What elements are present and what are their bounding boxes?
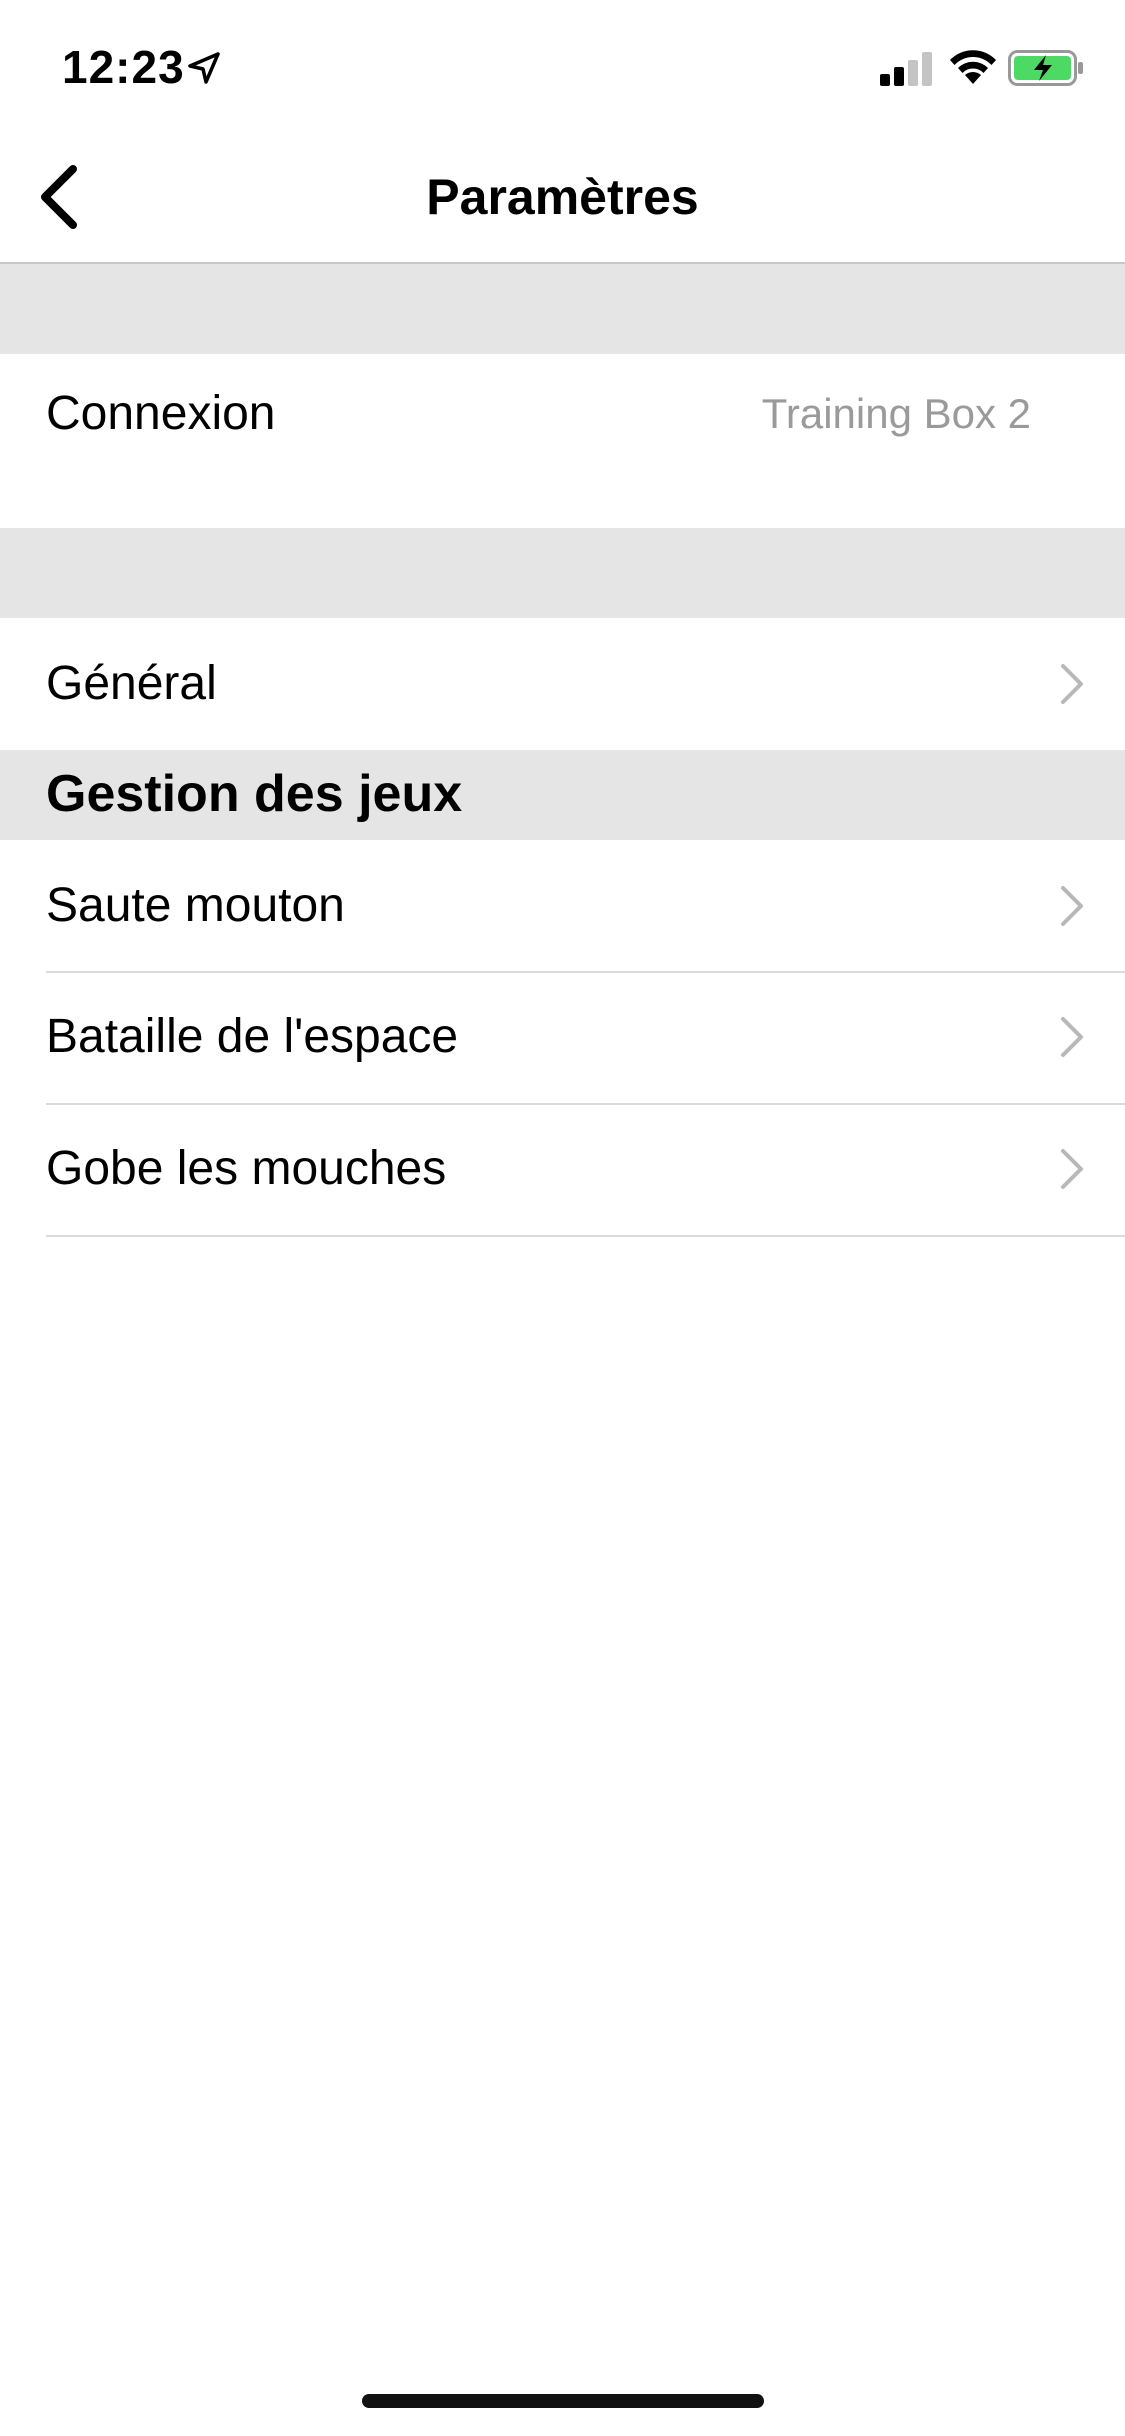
status-bar: 12:23: [0, 0, 1125, 132]
battery-charging-icon: [1008, 50, 1084, 86]
connection-row[interactable]: Connexion Training Box 2: [0, 354, 1125, 528]
games-section-title: Gestion des jeux: [46, 765, 463, 823]
general-row[interactable]: Général: [0, 618, 1125, 750]
connection-value: Training Box 2: [761, 390, 1031, 437]
location-arrow-icon: [186, 50, 222, 86]
game-item-label: Gobe les mouches: [46, 1142, 447, 1195]
settings-screen: 12:23 Paramètres Connexion Training Box …: [0, 0, 1125, 2436]
section-spacer: [0, 264, 1125, 354]
chevron-right-icon: [1057, 1147, 1087, 1191]
home-indicator[interactable]: [362, 2394, 764, 2408]
row-separator: [46, 1235, 1125, 1237]
chevron-right-icon: [1057, 884, 1087, 928]
general-label: Général: [46, 657, 217, 710]
chevron-right-icon: [1057, 662, 1087, 706]
page-title: Paramètres: [426, 169, 699, 225]
section-spacer: [0, 528, 1125, 618]
connection-label: Connexion: [46, 387, 276, 440]
navigation-bar: Paramètres: [0, 132, 1125, 264]
game-item-label: Bataille de l'espace: [46, 1010, 459, 1063]
chevron-right-icon: [1057, 1015, 1087, 1059]
game-item-label: Saute mouton: [46, 879, 345, 932]
game-item-bataille-espace[interactable]: Bataille de l'espace: [0, 973, 1125, 1103]
games-section-header: Gestion des jeux: [0, 750, 1125, 840]
cellular-signal-icon: [880, 52, 936, 86]
game-item-gobe-mouches[interactable]: Gobe les mouches: [0, 1105, 1125, 1235]
status-time: 12:23: [62, 41, 185, 93]
game-item-saute-mouton[interactable]: Saute mouton: [0, 840, 1125, 972]
wifi-icon: [948, 48, 998, 86]
